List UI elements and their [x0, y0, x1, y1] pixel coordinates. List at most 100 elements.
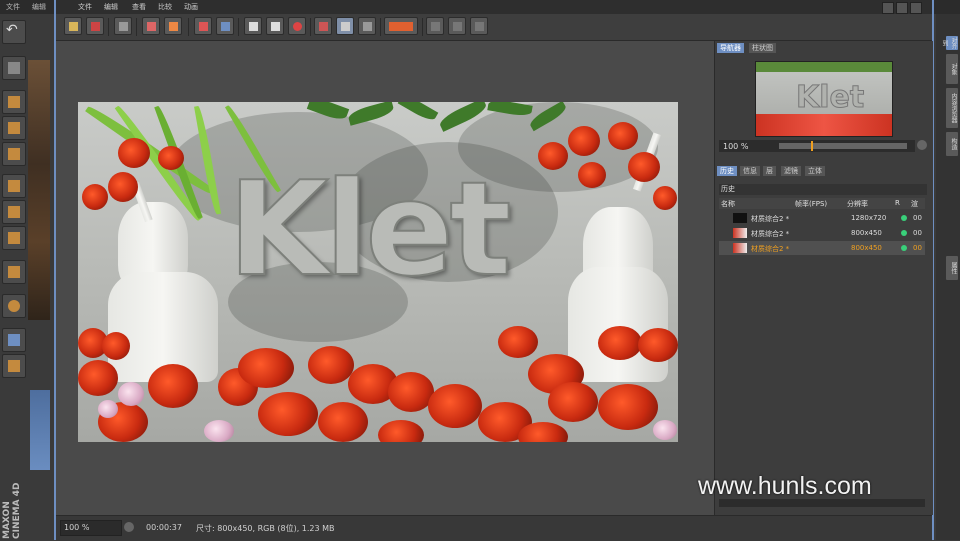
side-tab-content-browser[interactable]: 内容浏览器: [946, 88, 958, 128]
viewer-menu-animation[interactable]: 动画: [184, 2, 198, 12]
export-icon[interactable]: [244, 17, 262, 35]
lock-icon[interactable]: [2, 328, 26, 352]
navigator-zoom[interactable]: 100 %: [719, 140, 915, 152]
filter-icon[interactable]: [426, 17, 444, 35]
side-tab-structure[interactable]: 构造: [946, 132, 958, 156]
object-preview-strip: [28, 60, 50, 320]
compare-icon[interactable]: [216, 17, 234, 35]
col-fps[interactable]: 帧率(FPS): [795, 199, 827, 209]
axis-icon[interactable]: [2, 260, 26, 284]
edges-icon[interactable]: [2, 174, 26, 198]
channel-rgb-icon[interactable]: [314, 17, 332, 35]
col-render[interactable]: 渲: [911, 199, 918, 209]
tab-history[interactable]: 历史: [717, 166, 737, 176]
texture-icon[interactable]: [2, 116, 26, 140]
history-title: 历史: [719, 184, 927, 195]
col-resolution[interactable]: 分辨率: [847, 199, 868, 209]
status-dot: [901, 230, 907, 236]
viewer-menu-compare[interactable]: 比较: [158, 2, 172, 12]
navigator-menu-icon[interactable]: [917, 140, 927, 150]
klet-3d-text: Klet: [227, 153, 513, 305]
render-region-icon[interactable]: [142, 17, 160, 35]
viewer-menubar: 文件 编辑 查看 比较 动画: [56, 0, 932, 14]
save-icon[interactable]: [86, 17, 104, 35]
image-info: 尺寸: 800x450, RGB (8位), 1.23 MB: [196, 524, 335, 533]
layer-icon[interactable]: [448, 17, 466, 35]
open-icon[interactable]: [64, 17, 82, 35]
rendered-image: Klet: [78, 102, 678, 442]
toolbar-separator: [380, 18, 381, 36]
toolbar-separator: [310, 18, 311, 36]
polygons-icon[interactable]: [2, 200, 26, 224]
snap-icon[interactable]: [2, 294, 26, 318]
import-icon[interactable]: [266, 17, 284, 35]
toolbar-separator: [422, 18, 423, 36]
points-icon[interactable]: [2, 142, 26, 166]
status-dot: [901, 215, 907, 221]
viewer-statusbar: 100 % 00:00:37 尺寸: 800x450, RGB (8位), 1.…: [56, 515, 932, 541]
row-pct: 00: [913, 244, 922, 252]
menu-edit[interactable]: 编辑: [32, 2, 46, 12]
history-row[interactable]: 材质综合2 * 1280x720 00: [719, 211, 925, 225]
navigator-thumbnail[interactable]: Klet: [755, 61, 893, 137]
side-tab-objects[interactable]: 对象: [946, 54, 958, 84]
model-tool-icon[interactable]: [2, 56, 26, 80]
stop-render-icon[interactable]: [288, 17, 306, 35]
viewer-menu-view[interactable]: 查看: [132, 2, 146, 12]
zoom-menu-icon[interactable]: [124, 522, 134, 532]
grid-icon[interactable]: [114, 17, 132, 35]
zoom-slider-handle[interactable]: [811, 141, 813, 151]
viewer-menu-edit[interactable]: 编辑: [104, 2, 118, 12]
row-thumbnail: [733, 228, 747, 238]
stereo-icon[interactable]: [470, 17, 488, 35]
zoom-field[interactable]: 100 %: [60, 520, 122, 536]
viewer-menu-file[interactable]: 文件: [78, 2, 92, 12]
render-time: 00:00:37: [146, 523, 182, 532]
window-close-icon[interactable]: [910, 2, 922, 14]
ab-compare-icon[interactable]: [384, 17, 418, 35]
tab-stereo[interactable]: 立体: [805, 166, 825, 176]
side-tab-attributes[interactable]: 属性: [946, 256, 958, 280]
toolbar-separator: [238, 18, 239, 36]
object-mode-icon[interactable]: [2, 226, 26, 250]
navigator-zoom-value: 100 %: [723, 142, 749, 151]
row-name: 材质综合2 *: [751, 215, 790, 223]
window-max-icon[interactable]: [896, 2, 908, 14]
col-r[interactable]: R: [895, 199, 900, 207]
workplane-icon[interactable]: [2, 354, 26, 378]
tab-filters[interactable]: 滤镜: [781, 166, 801, 176]
copy-icon[interactable]: [194, 17, 212, 35]
thumb-klet-text: Klet: [795, 80, 865, 116]
zoom-value: 100 %: [64, 523, 90, 532]
tab-info[interactable]: 信息: [740, 166, 760, 176]
thumb-roses: [756, 114, 892, 136]
history-header: 名称 帧率(FPS) 分辨率 R 渲: [719, 198, 925, 209]
picture-viewer-window: 文件 编辑 查看 比较 动画 Klet 100 % 00:00:37 尺寸: 8…: [54, 0, 934, 541]
zoom-slider[interactable]: [779, 143, 907, 149]
window-restore-icon[interactable]: [882, 2, 894, 14]
undo-button[interactable]: ↶: [2, 20, 26, 44]
row-res: 800x450: [851, 229, 882, 237]
col-name[interactable]: 名称: [721, 199, 735, 209]
menu-file[interactable]: 文件: [6, 2, 20, 12]
status-dot: [901, 245, 907, 251]
viewer-canvas[interactable]: Klet: [56, 41, 714, 515]
tab-layers[interactable]: 层: [763, 166, 776, 176]
side-tab-align[interactable]: 对齐到: [941, 36, 958, 50]
cube-icon[interactable]: [2, 90, 26, 114]
tab-histogram[interactable]: 柱状图: [749, 43, 776, 53]
history-row[interactable]: 材质综合2 * 800x450 00: [719, 226, 925, 240]
row-name: 材质综合2 *: [751, 230, 790, 238]
timeline-strip: [30, 390, 50, 470]
tab-navigator[interactable]: 导航器: [717, 43, 744, 53]
row-pct: 00: [913, 214, 922, 222]
watermark: www.hunls.com: [698, 472, 872, 500]
history-row-selected[interactable]: 材质综合2 * 800x450 00: [719, 241, 925, 255]
row-thumbnail: [733, 243, 747, 253]
c4d-brand-logo: MAXON CINEMA 4D: [2, 482, 22, 539]
channel-split-icon[interactable]: [358, 17, 376, 35]
render-object-icon[interactable]: [164, 17, 182, 35]
channel-alpha-icon[interactable]: [336, 17, 354, 35]
thumb-leaves: [756, 62, 892, 72]
toolbar-separator: [136, 18, 137, 36]
